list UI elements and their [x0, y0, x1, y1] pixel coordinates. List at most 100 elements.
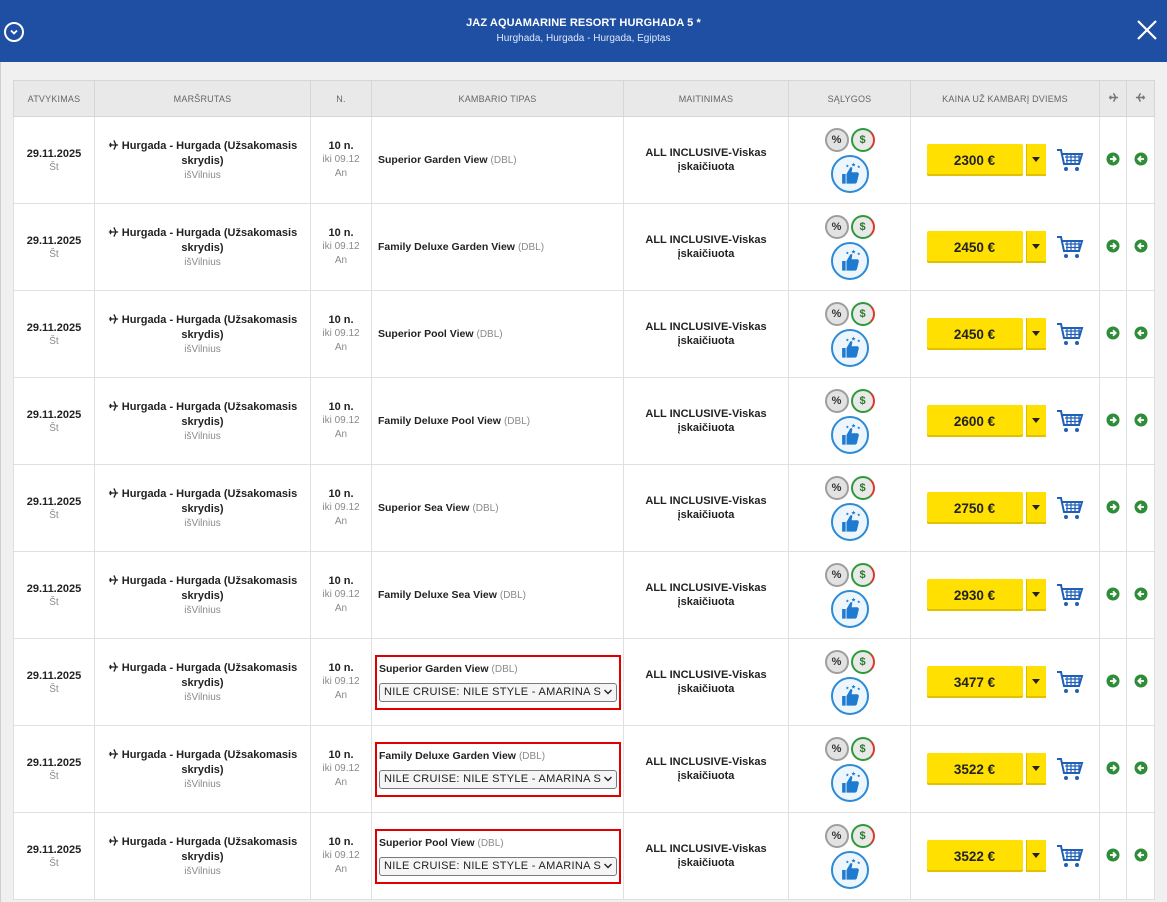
percent-icon[interactable]: % — [824, 823, 849, 848]
column-header-price[interactable]: KAINA UŽ KAMBARĮ DVIEMS — [910, 80, 1100, 117]
price-button[interactable]: 2450 € — [926, 318, 1023, 350]
column-header-conditions[interactable]: SĄLYGOS — [788, 80, 911, 117]
room-name: Family Deluxe Sea View — [378, 589, 497, 601]
thumbs-up-icon[interactable] — [830, 241, 869, 280]
cart-icon[interactable] — [1056, 495, 1084, 521]
return-cell — [1126, 290, 1155, 378]
thumbs-up-icon[interactable] — [830, 676, 869, 715]
arrow-right-circle-icon[interactable] — [1106, 500, 1120, 514]
outbound-cell — [1099, 638, 1127, 726]
cart-icon[interactable] — [1056, 582, 1084, 608]
dollar-icon[interactable]: $ — [850, 649, 875, 674]
column-header-arrival[interactable]: ATVYKIMAS — [13, 80, 95, 117]
thumbs-up-icon[interactable] — [830, 589, 869, 628]
thumbs-up-icon[interactable] — [830, 154, 869, 193]
arrow-left-circle-icon[interactable] — [1134, 239, 1148, 253]
arrow-right-circle-icon[interactable] — [1106, 761, 1120, 775]
dollar-icon[interactable]: $ — [850, 214, 875, 239]
column-header-meal[interactable]: MAITINIMAS — [623, 80, 789, 117]
conditions-icons: % $ — [789, 736, 910, 802]
arrow-left-circle-icon[interactable] — [1134, 326, 1148, 340]
price-button[interactable]: 2600 € — [926, 405, 1023, 437]
arrow-left-circle-icon[interactable] — [1134, 674, 1148, 688]
cruise-select[interactable]: NILE CRUISE: NILE STYLE - AMARINA S — [379, 682, 617, 702]
cart-icon[interactable] — [1056, 147, 1084, 173]
thumbs-up-icon[interactable] — [830, 850, 869, 889]
arrow-left-circle-icon[interactable] — [1134, 152, 1148, 166]
price-dropdown-button[interactable] — [1025, 231, 1046, 263]
percent-icon[interactable]: % — [824, 562, 849, 587]
percent-icon[interactable]: % — [824, 301, 849, 326]
price-dropdown-button[interactable] — [1025, 405, 1046, 437]
arrow-right-circle-icon[interactable] — [1106, 326, 1120, 340]
cart-icon[interactable] — [1056, 669, 1084, 695]
dollar-icon[interactable]: $ — [850, 301, 875, 326]
thumbs-up-icon[interactable] — [830, 415, 869, 454]
arrow-right-circle-icon[interactable] — [1106, 239, 1120, 253]
arrow-right-circle-icon[interactable] — [1106, 674, 1120, 688]
dollar-icon[interactable]: $ — [850, 388, 875, 413]
percent-icon[interactable]: % — [824, 214, 849, 239]
close-icon[interactable] — [1135, 18, 1159, 42]
price-dropdown-button[interactable] — [1025, 753, 1046, 785]
percent-icon[interactable]: % — [824, 649, 849, 674]
arrow-left-circle-icon[interactable] — [1134, 848, 1148, 862]
nights-cell: 10 n. iki 09.12 An — [310, 377, 372, 465]
dollar-icon[interactable]: $ — [850, 127, 875, 152]
dollar-icon[interactable]: $ — [850, 823, 875, 848]
column-header-nights[interactable]: N. — [310, 80, 372, 117]
offers-table-wrap: ATVYKIMAS MARŠRUTAS N. KAMBARIO TIPAS MA… — [13, 80, 1155, 900]
departure-city: išVilnius — [184, 692, 221, 703]
arrow-left-circle-icon[interactable] — [1134, 500, 1148, 514]
arrow-left-circle-icon[interactable] — [1134, 761, 1148, 775]
arrow-right-circle-icon[interactable] — [1106, 152, 1120, 166]
room-name: Superior Garden View — [379, 662, 489, 675]
cart-icon[interactable] — [1056, 234, 1084, 260]
dollar-icon[interactable]: $ — [850, 736, 875, 761]
price-dropdown-button[interactable] — [1025, 666, 1046, 698]
cart-icon[interactable] — [1056, 756, 1084, 782]
price-button[interactable]: 3522 € — [926, 840, 1023, 872]
route-label: Hurgada - Hurgada (Užsakomasis skrydis) — [121, 662, 298, 689]
column-header-outbound — [1099, 80, 1127, 117]
column-header-route[interactable]: MARŠRUTAS — [94, 80, 311, 117]
price-button[interactable]: 2450 € — [926, 231, 1023, 263]
arrow-right-circle-icon[interactable] — [1106, 848, 1120, 862]
price-button[interactable]: 3477 € — [926, 666, 1023, 698]
cruise-select[interactable]: NILE CRUISE: NILE STYLE - AMARINA S — [379, 856, 617, 876]
arrow-left-circle-icon[interactable] — [1134, 413, 1148, 427]
arrival-weekday: Št — [49, 248, 59, 260]
outbound-cell — [1099, 203, 1127, 291]
percent-icon[interactable]: % — [824, 475, 849, 500]
meal-cell: ALL INCLUSIVE-Viskas įskaičiuota — [623, 725, 789, 813]
arrow-right-circle-icon[interactable] — [1106, 413, 1120, 427]
price-button[interactable]: 2930 € — [926, 579, 1023, 611]
offers-panel: ATVYKIMAS MARŠRUTAS N. KAMBARIO TIPAS MA… — [0, 62, 1167, 902]
price-button[interactable]: 3522 € — [926, 753, 1023, 785]
cart-icon[interactable] — [1056, 408, 1084, 434]
thumbs-up-icon[interactable] — [830, 502, 869, 541]
conditions-cell: % $ — [788, 377, 911, 465]
arrow-left-circle-icon[interactable] — [1134, 587, 1148, 601]
thumbs-up-icon[interactable] — [830, 328, 869, 367]
route-cell: Hurgada - Hurgada (Užsakomasis skrydis) … — [94, 551, 311, 639]
price-button[interactable]: 2300 € — [926, 144, 1023, 176]
price-dropdown-button[interactable] — [1025, 318, 1046, 350]
percent-icon[interactable]: % — [824, 736, 849, 761]
price-dropdown-button[interactable] — [1025, 579, 1046, 611]
dollar-icon[interactable]: $ — [850, 562, 875, 587]
arrow-right-circle-icon[interactable] — [1106, 587, 1120, 601]
price-button[interactable]: 2750 € — [926, 492, 1023, 524]
room-info: Family Deluxe Garden View (DBL) — [378, 241, 623, 253]
price-dropdown-button[interactable] — [1025, 144, 1046, 176]
percent-icon[interactable]: % — [824, 127, 849, 152]
cruise-select[interactable]: NILE CRUISE: NILE STYLE - AMARINA S — [379, 769, 617, 789]
price-dropdown-button[interactable] — [1025, 840, 1046, 872]
cart-icon[interactable] — [1056, 843, 1084, 869]
thumbs-up-icon[interactable] — [830, 763, 869, 802]
price-dropdown-button[interactable] — [1025, 492, 1046, 524]
percent-icon[interactable]: % — [824, 388, 849, 413]
cart-icon[interactable] — [1056, 321, 1084, 347]
column-header-room-type[interactable]: KAMBARIO TIPAS — [371, 80, 624, 117]
dollar-icon[interactable]: $ — [850, 475, 875, 500]
